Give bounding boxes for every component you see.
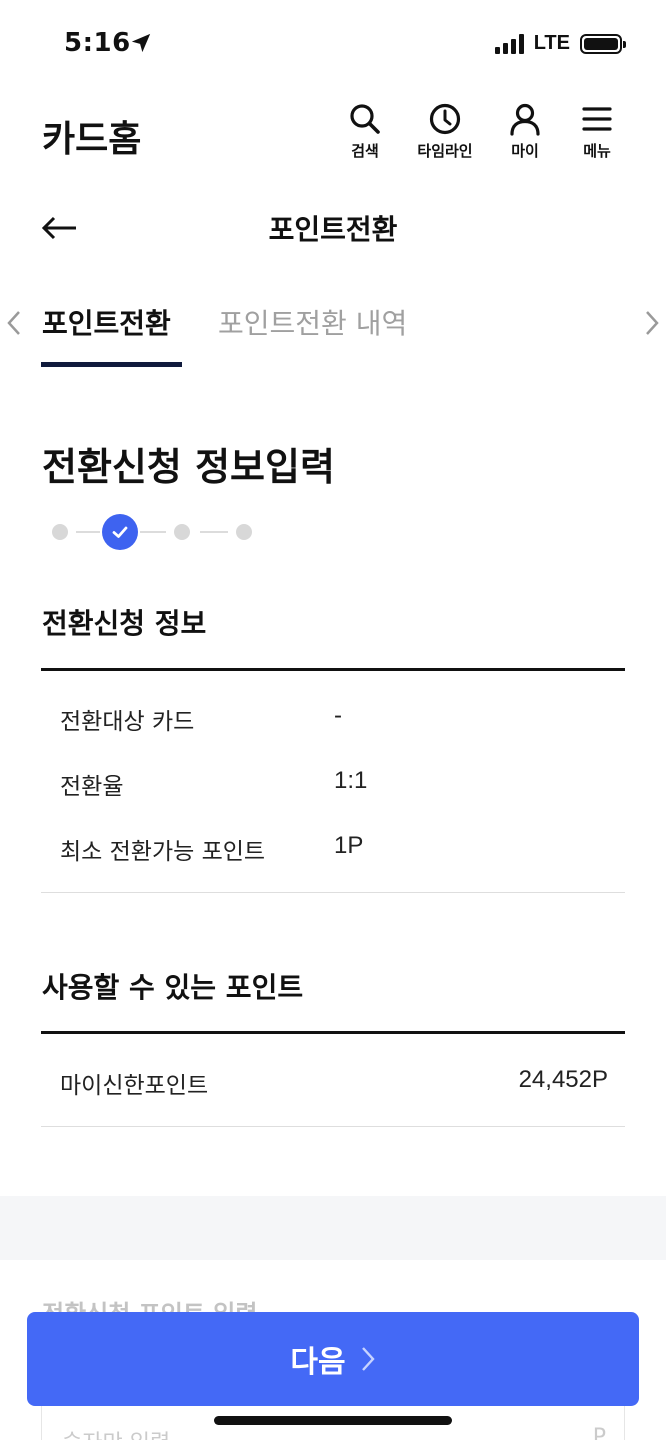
chevron-right-icon[interactable] [642,308,662,338]
status-indicators: LTE [494,32,626,55]
search-button[interactable]: 검색 [340,102,390,161]
tab-point-conversion[interactable]: 포인트전환 [42,302,171,342]
available-points-title: 사용할 수 있는 포인트 [42,971,304,1004]
info-value: - [334,702,342,729]
conversion-info-title: 전환신청 정보 [42,607,207,640]
info-row-target-card: 전환대상 카드 - [60,702,608,736]
search-icon [350,104,380,134]
status-time: 5:16 [64,28,131,58]
info-value: 1:1 [334,767,368,794]
sub-header: 포인트전환 [0,196,666,260]
network-type: LTE [533,32,570,54]
info-row-rate: 전환율 1:1 [60,767,608,801]
tab-bar: 포인트전환 포인트전환 내역 [0,284,666,368]
timeline-label: 타임라인 [417,142,473,160]
screen-title: 포인트전환 [268,213,398,246]
location-arrow-icon [131,33,151,53]
home-indicator [214,1416,452,1425]
chevron-left-icon[interactable] [4,308,24,338]
section-separator-band [0,1196,666,1260]
app-title: 카드홈 [42,119,142,160]
section-bottom-divider [41,1126,625,1127]
signal-icon [494,33,524,54]
point-input-placeholder: 숫자만 입력 [62,1425,170,1440]
info-label: 전환율 [60,774,124,800]
section-bottom-divider [41,892,625,893]
next-button-label: 다음 [290,1345,346,1380]
step-4-dot [236,524,252,540]
points-label: 마이신한포인트 [60,1073,209,1099]
menu-button[interactable]: 메뉴 [572,102,622,161]
clock-icon [429,103,461,135]
section-divider [41,1031,625,1034]
battery-icon [580,33,626,54]
points-row-my-shinhan: 마이신한포인트 24,452P [60,1066,608,1100]
page-title: 전환신청 정보입력 [42,445,335,489]
info-row-min-points: 최소 전환가능 포인트 1P [60,832,608,866]
info-label: 최소 전환가능 포인트 [60,839,266,865]
menu-icon [582,107,612,131]
progress-stepper [40,512,280,552]
step-connector [200,531,228,533]
user-icon [510,103,540,136]
timeline-button[interactable]: 타임라인 [412,102,478,161]
step-connector [140,531,166,533]
next-button[interactable]: 다음 [27,1312,639,1406]
info-value: 1P [334,832,364,859]
step-3-dot [174,524,190,540]
chevron-right-icon [361,1347,375,1371]
status-bar: 5:16 LTE [0,0,666,90]
header-icon-group: 검색 타임라인 마이 메뉴 [340,102,622,161]
section-divider [41,668,625,671]
search-label: 검색 [351,142,379,160]
active-tab-indicator [41,362,182,367]
tab-conversion-history[interactable]: 포인트전환 내역 [218,302,407,342]
check-icon [112,526,128,538]
point-input-unit: P [592,1425,606,1440]
app-header: 카드홈 검색 타임라인 마이 메뉴 [0,100,666,170]
step-1-dot [52,524,68,540]
menu-label: 메뉴 [583,142,611,160]
my-label: 마이 [511,142,539,160]
step-2-current [102,514,138,550]
points-value: 24,452P [518,1066,608,1093]
info-label: 전환대상 카드 [60,709,195,735]
step-connector [76,531,100,533]
my-button[interactable]: 마이 [500,102,550,161]
